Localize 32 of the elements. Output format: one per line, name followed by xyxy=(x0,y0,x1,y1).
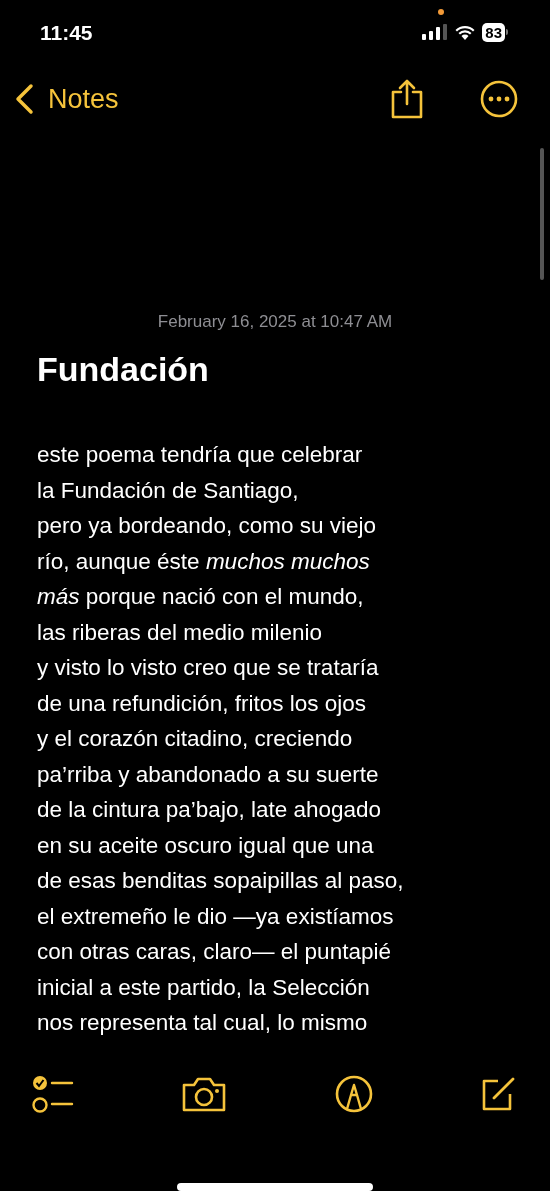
note-text-line: más porque nació con el mundo, xyxy=(37,583,364,612)
note-text-line: y visto lo visto creo que se trataría xyxy=(37,654,379,683)
note-text-line: y el corazón citadino, creciendo xyxy=(37,725,353,754)
note-text-line: de la cintura pa’bajo, late ahogado xyxy=(37,796,381,825)
note-text-line: pero ya bordeando, como su viejo xyxy=(37,512,376,541)
note-text-line: con otras caras, claro— el puntapié xyxy=(37,938,391,967)
note-text-line: la Fundación de Santiago, xyxy=(37,476,299,505)
share-icon[interactable] xyxy=(390,79,424,120)
note-text-line: el extremeño le dio —ya existíamos xyxy=(37,902,394,931)
note-text-line: de esas benditas sopaipillas al paso, xyxy=(37,867,404,896)
chevron-left-icon xyxy=(14,83,34,116)
markup-pen-icon[interactable] xyxy=(334,1075,373,1114)
wifi-icon xyxy=(454,24,477,41)
more-options-icon[interactable] xyxy=(480,80,518,119)
note-title: Fundación xyxy=(37,349,210,390)
clock-time: 11:45 xyxy=(40,19,93,46)
compose-icon[interactable] xyxy=(480,1076,516,1113)
note-text-line: río, aunque éste muchos muchos xyxy=(37,547,370,576)
camera-icon[interactable] xyxy=(181,1076,228,1113)
note-text-line: inicial a este partido, la Selección xyxy=(37,973,370,1002)
note-text-line: de una refundición, fritos los ojos xyxy=(37,689,366,718)
note-text-line: las riberas del medio milenio xyxy=(37,618,323,647)
note-text-line: en su aceite oscuro igual que una xyxy=(37,831,374,860)
note-text-line: este poema tendría que celebrar xyxy=(37,441,363,470)
note-text-line: pa’rriba y abandonado a su suerte xyxy=(37,760,379,789)
signal-icon xyxy=(422,24,449,41)
note-date: February 16, 2025 at 10:47 AM xyxy=(157,311,393,334)
privacy-indicator-icon xyxy=(438,9,444,15)
battery-indicator: 83 xyxy=(482,22,505,42)
note-text-line: nos representa tal cual, lo mismo xyxy=(37,1009,368,1038)
checklist-icon[interactable] xyxy=(32,1074,74,1115)
back-button[interactable]: Notes xyxy=(14,78,119,120)
